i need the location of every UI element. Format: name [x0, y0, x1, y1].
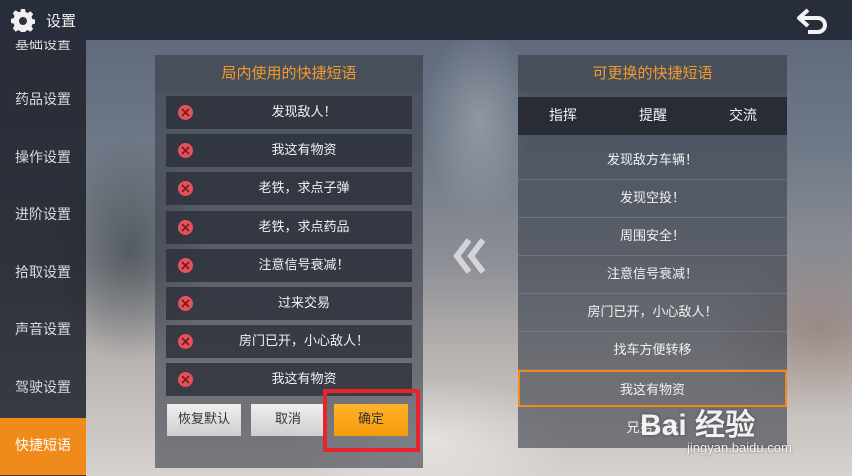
- sidebar-item-driving[interactable]: 驾驶设置: [0, 360, 86, 417]
- phrase-row[interactable]: 老铁，求点药品: [166, 211, 412, 244]
- phrase-text: 发现敌人！: [271, 105, 337, 120]
- top-bar: 设置: [0, 0, 852, 40]
- phrase-row[interactable]: 老铁，求点子弹: [166, 172, 412, 205]
- gear-icon: [11, 9, 35, 32]
- settings-sidebar: 基础设置 药品设置 操作设置 进阶设置 拾取设置 声音设置 驾驶设置 快捷短语: [0, 40, 86, 476]
- phrase-text: 过来交易: [277, 296, 330, 311]
- phrase-row[interactable]: 房门已开，小心敌人！: [166, 325, 412, 358]
- sidebar-item-quick-phrases[interactable]: 快捷短语: [0, 418, 86, 475]
- confirm-highlight-box: [323, 389, 420, 452]
- cancel-button[interactable]: 取消: [251, 404, 325, 436]
- phrase-text: 老铁，求点药品: [258, 220, 350, 235]
- in-game-phrases-title: 局内使用的快捷短语: [155, 55, 423, 91]
- watermark-url: jingyan.baidu.com: [687, 440, 792, 455]
- delete-icon[interactable]: [178, 258, 193, 273]
- back-arrow-icon[interactable]: [794, 5, 830, 35]
- sidebar-item-pickup[interactable]: 拾取设置: [0, 245, 86, 302]
- phrase-row[interactable]: 过来交易: [166, 287, 412, 320]
- delete-icon[interactable]: [178, 143, 193, 158]
- replaceable-phrase[interactable]: 找车方便转移: [518, 332, 787, 370]
- replaceable-phrase[interactable]: 周围安全！: [518, 218, 787, 256]
- delete-icon[interactable]: [178, 334, 193, 349]
- sidebar-item-advanced[interactable]: 进阶设置: [0, 187, 86, 244]
- phrase-row[interactable]: 我这有物资: [166, 134, 412, 167]
- tab-reminder[interactable]: 提醒: [618, 97, 688, 135]
- baidu-jingyan-watermark: Bai 经验 jingyan.baidu.com: [640, 400, 840, 470]
- delete-icon[interactable]: [178, 105, 193, 120]
- sidebar-item-sound[interactable]: 声音设置: [0, 302, 86, 359]
- phrase-category-tabs: 指挥 提醒 交流: [518, 97, 787, 135]
- double-chevron-left-icon[interactable]: [451, 238, 491, 274]
- sidebar-item-controls[interactable]: 操作设置: [0, 130, 86, 187]
- phrase-row[interactable]: 发现敌人！: [166, 96, 412, 129]
- tab-command[interactable]: 指挥: [528, 97, 598, 135]
- sidebar-item-medicine[interactable]: 药品设置: [0, 72, 86, 129]
- page-title: 设置: [46, 12, 77, 30]
- phrase-text: 注意信号衰减！: [258, 258, 350, 273]
- phrase-row[interactable]: 注意信号衰减！: [166, 249, 412, 282]
- delete-icon[interactable]: [178, 372, 193, 387]
- phrase-text: 老铁，求点子弹: [258, 181, 350, 196]
- replaceable-phrase[interactable]: 注意信号衰减！: [518, 256, 787, 294]
- reset-default-button[interactable]: 恢复默认: [167, 404, 241, 436]
- watermark-logo: Bai 经验: [640, 409, 756, 442]
- replaceable-phrases-title: 可更换的快捷短语: [518, 55, 787, 91]
- delete-icon[interactable]: [178, 181, 193, 196]
- delete-icon[interactable]: [178, 296, 193, 311]
- sidebar-item-basic[interactable]: 基础设置: [0, 40, 86, 74]
- tab-communication[interactable]: 交流: [708, 97, 778, 135]
- replaceable-phrase[interactable]: 房门已开，小心敌人！: [518, 294, 787, 332]
- replaceable-phrase[interactable]: 发现空投！: [518, 180, 787, 218]
- replaceable-phrase[interactable]: 发现敌方车辆！: [518, 142, 787, 180]
- replaceable-phrases-panel: 可更换的快捷短语 指挥 提醒 交流 发现敌方车辆！ 发现空投！ 周围安全！ 注意…: [518, 55, 787, 448]
- delete-icon[interactable]: [178, 220, 193, 235]
- phrase-text: 我这有物资: [271, 143, 337, 158]
- phrase-text: 房门已开，小心敌人！: [238, 334, 369, 349]
